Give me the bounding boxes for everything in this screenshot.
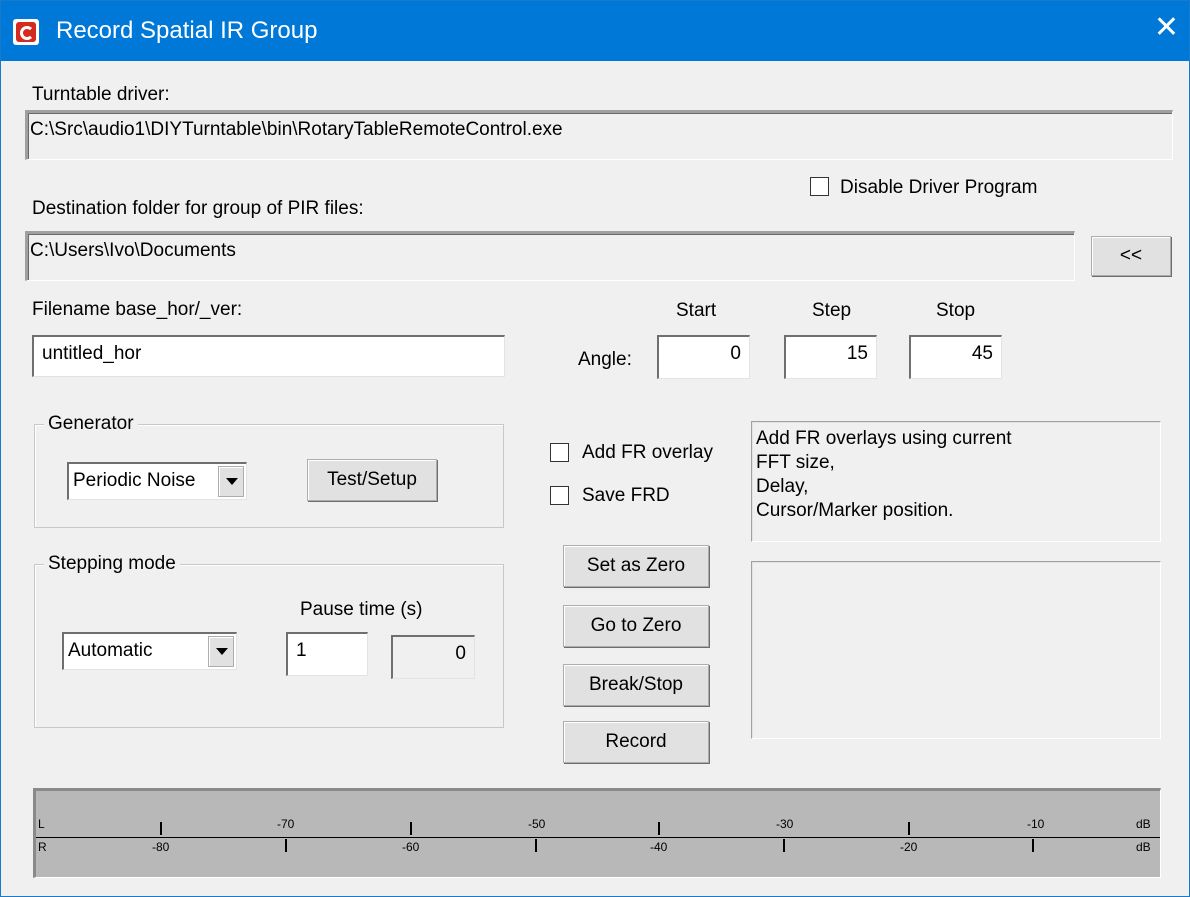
meter-top-label: -30 <box>776 817 794 831</box>
info-line: Cursor/Marker position. <box>756 500 954 521</box>
info-panel: Add FR overlays using current FFT size, … <box>751 421 1161 542</box>
pause-counter-readout: 0 <box>391 635 475 679</box>
meter-unit-top: dB <box>1136 817 1151 831</box>
set-as-zero-button[interactable]: Set as Zero <box>563 545 709 587</box>
app-logo-icon <box>13 19 39 45</box>
generator-group-title: Generator <box>44 413 138 435</box>
meter-top-label: -50 <box>528 817 546 831</box>
stepping-mode-group-title: Stepping mode <box>44 553 180 575</box>
pause-time-label: Pause time (s) <box>300 599 423 620</box>
angle-start-header: Start <box>676 300 717 321</box>
info-line: Add FR overlays using current <box>756 428 1012 449</box>
level-meter: L R -70 -50 -30 -10 dB -80 -60 -40 -20 d… <box>33 788 1161 878</box>
angle-stop-input[interactable]: 45 <box>909 335 1002 379</box>
generator-select[interactable]: Periodic Noise <box>67 462 247 500</box>
meter-left-channel-label: L <box>38 817 45 831</box>
stepping-mode-select[interactable]: Automatic <box>62 632 237 670</box>
destination-path-text: C:\Users\Ivo\Documents <box>30 240 236 261</box>
info-line: FFT size, <box>756 452 835 473</box>
meter-tick <box>908 822 910 835</box>
info-line: Delay, <box>756 476 809 497</box>
meter-top-label: -10 <box>1027 817 1045 831</box>
filename-input[interactable]: untitled_hor <box>32 335 505 377</box>
angle-label: Angle: <box>578 349 632 370</box>
go-to-zero-button[interactable]: Go to Zero <box>563 605 709 647</box>
break-stop-button[interactable]: Break/Stop <box>563 664 709 706</box>
window-title: Record Spatial IR Group <box>56 17 318 44</box>
angle-step-header: Step <box>812 300 852 321</box>
meter-tick <box>410 822 412 835</box>
angle-stop-header: Stop <box>936 300 976 321</box>
turntable-driver-path[interactable]: C:\Src\audio1\DIYTurntable\bin\RotaryTab… <box>25 110 1173 160</box>
close-icon[interactable]: ✕ <box>1154 13 1179 43</box>
destination-label: Destination folder for group of PIR file… <box>32 198 364 219</box>
angle-step-input[interactable]: 15 <box>784 335 877 379</box>
save-frd-label: Save FRD <box>582 485 670 506</box>
stepping-mode-select-value: Automatic <box>68 640 153 661</box>
chevron-down-icon[interactable] <box>208 636 234 667</box>
chevron-down-icon[interactable] <box>218 466 244 497</box>
meter-tick <box>1032 839 1034 852</box>
meter-bottom-label: -40 <box>650 840 668 854</box>
record-button[interactable]: Record <box>563 721 709 763</box>
meter-divider <box>36 837 1160 838</box>
filename-label: Filename base_hor/_ver: <box>32 299 243 320</box>
angle-start-input[interactable]: 0 <box>657 335 750 379</box>
add-fr-overlay-label: Add FR overlay <box>582 442 713 463</box>
meter-unit-bottom: dB <box>1136 840 1151 854</box>
meter-tick <box>535 839 537 852</box>
meter-tick <box>285 839 287 852</box>
save-frd-checkbox[interactable] <box>550 486 569 505</box>
pause-time-input[interactable]: 1 <box>286 632 368 676</box>
generator-select-value: Periodic Noise <box>73 470 196 491</box>
meter-tick <box>658 822 660 835</box>
browse-folder-button[interactable]: << <box>1091 236 1171 276</box>
meter-right-channel-label: R <box>38 840 47 854</box>
meter-bottom-label: -60 <box>402 840 420 854</box>
meter-bottom-label: -80 <box>152 840 170 854</box>
destination-path[interactable]: C:\Users\Ivo\Documents <box>25 231 1075 281</box>
title-bar[interactable]: Record Spatial IR Group ✕ <box>1 1 1189 61</box>
meter-tick <box>160 822 162 835</box>
test-setup-button[interactable]: Test/Setup <box>307 459 437 501</box>
add-fr-overlay-checkbox[interactable] <box>550 443 569 462</box>
meter-bottom-label: -20 <box>900 840 918 854</box>
dialog-window: Record Spatial IR Group ✕ Turntable driv… <box>0 0 1190 897</box>
turntable-driver-label: Turntable driver: <box>32 84 170 105</box>
status-panel <box>751 561 1161 739</box>
meter-tick <box>783 839 785 852</box>
disable-driver-label: Disable Driver Program <box>840 177 1038 198</box>
disable-driver-checkbox[interactable] <box>810 177 829 196</box>
turntable-driver-path-text: C:\Src\audio1\DIYTurntable\bin\RotaryTab… <box>30 119 563 140</box>
meter-top-label: -70 <box>277 817 295 831</box>
